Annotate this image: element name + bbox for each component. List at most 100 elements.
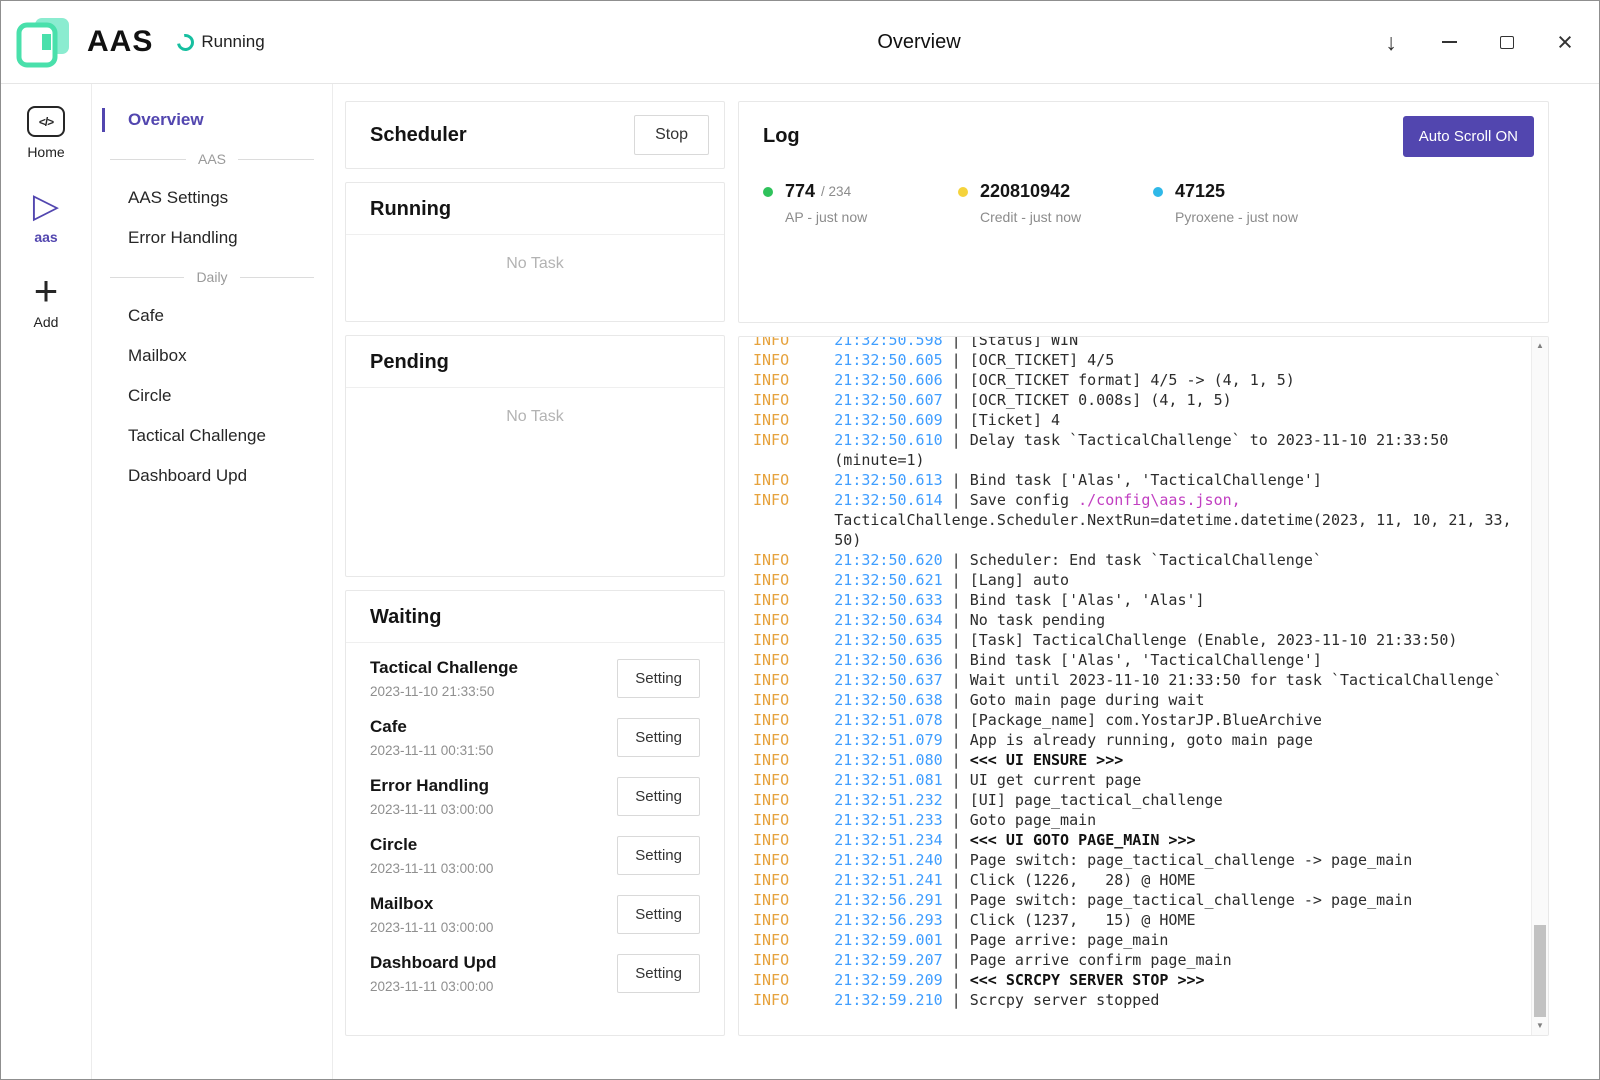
sidebar-item-aas-settings[interactable]: AAS Settings: [92, 178, 332, 218]
download-icon[interactable]: ↓: [1381, 30, 1401, 54]
nav-rail-add[interactable]: + Add: [34, 275, 59, 330]
dashboard-stat: 774 / 234 AP - just now: [763, 181, 958, 225]
stat-dot-icon: [1153, 187, 1163, 197]
task-setting-button[interactable]: Setting: [617, 895, 700, 934]
task-next-run: 2023-11-11 03:00:00: [370, 802, 493, 817]
divider-line: [110, 277, 184, 278]
running-card-header: Running: [346, 183, 724, 235]
task-setting-button[interactable]: Setting: [617, 954, 700, 993]
log-timestamp: 21:32:51.240: [834, 851, 942, 869]
minimize-icon[interactable]: [1439, 30, 1459, 54]
log-message: Goto page_main: [970, 811, 1096, 829]
divider-label: Daily: [196, 269, 227, 285]
sidebar-item-cafe[interactable]: Cafe: [92, 296, 332, 336]
task-name: Cafe: [370, 717, 493, 737]
auto-scroll-button[interactable]: Auto Scroll ON: [1403, 116, 1534, 157]
sidebar-item-dashboard-upd[interactable]: Dashboard Upd: [92, 456, 332, 496]
maximize-icon[interactable]: [1497, 30, 1517, 54]
task-info: Error Handling 2023-11-11 03:00:00: [370, 776, 493, 817]
scrollbar-up-icon[interactable]: ▲: [1532, 338, 1548, 354]
log-header-row: Log Auto Scroll ON: [763, 116, 1534, 157]
log-separator: |: [943, 591, 970, 609]
log-separator: |: [943, 731, 970, 749]
task-name: Circle: [370, 835, 493, 855]
log-line: INFO21:32:50.621 | [Lang] auto: [753, 570, 1517, 590]
task-next-run: 2023-11-11 03:00:00: [370, 979, 497, 994]
log-line: INFO21:32:51.232 | [UI] page_tactical_ch…: [753, 790, 1517, 810]
log-message: Page arrive confirm page_main: [970, 951, 1232, 969]
waiting-task-row: Dashboard Upd 2023-11-11 03:00:00 Settin…: [370, 944, 700, 1003]
log-separator: |: [943, 931, 970, 949]
log-level: INFO: [753, 410, 834, 430]
log-level: INFO: [753, 950, 834, 970]
log-separator: |: [943, 871, 970, 889]
scrollbar-down-icon[interactable]: ▼: [1532, 1018, 1548, 1034]
close-icon[interactable]: ×: [1555, 30, 1575, 54]
log-message: Click (1226, 28) @ HOME: [970, 871, 1196, 889]
divider-label: AAS: [198, 151, 226, 167]
log-message: Page arrive: page_main: [970, 931, 1169, 949]
stat-dot-icon: [958, 187, 968, 197]
log-level: INFO: [753, 550, 834, 570]
log-message: Bind task ['Alas', 'Alas']: [970, 591, 1205, 609]
sidebar-item-overview[interactable]: Overview: [92, 100, 332, 140]
log-scrollbar[interactable]: ▲ ▼: [1531, 337, 1548, 1035]
log-level: INFO: [753, 850, 834, 870]
log-level: INFO: [753, 350, 834, 370]
nav-rail-aas[interactable]: ▷ aas: [33, 190, 59, 245]
app-name: AAS: [87, 25, 153, 59]
task-setting-button[interactable]: Setting: [617, 718, 700, 757]
task-info: Cafe 2023-11-11 00:31:50: [370, 717, 493, 758]
task-next-run: 2023-11-11 03:00:00: [370, 861, 493, 876]
log-message: Click (1237, 15) @ HOME: [970, 911, 1196, 929]
sidebar-item-tactical-challenge[interactable]: Tactical Challenge: [92, 416, 332, 456]
log-separator: |: [943, 891, 970, 909]
divider-line: [238, 159, 314, 160]
log-timestamp: 21:32:59.209: [834, 971, 942, 989]
pending-title: Pending: [370, 351, 700, 374]
log-line: INFO21:32:51.233 | Goto page_main: [753, 810, 1517, 830]
log-line: INFO21:32:50.635 | [Task] TacticalChalle…: [753, 630, 1517, 650]
log-level: INFO: [753, 370, 834, 390]
brand: AAS Running: [15, 15, 265, 69]
log-message: Wait until 2023-11-10 21:33:50 for task …: [970, 671, 1503, 689]
log-level: INFO: [753, 870, 834, 890]
sidebar-item-label: Circle: [128, 386, 171, 406]
task-setting-button[interactable]: Setting: [617, 777, 700, 816]
sidebar-item-label: Cafe: [128, 306, 164, 326]
task-setting-button[interactable]: Setting: [617, 659, 700, 698]
log-timestamp: 21:32:50.620: [834, 551, 942, 569]
sidebar-item-circle[interactable]: Circle: [92, 376, 332, 416]
log-timestamp: 21:32:50.636: [834, 651, 942, 669]
sidebar-item-error-handling[interactable]: Error Handling: [92, 218, 332, 258]
log-timestamp: 21:32:51.080: [834, 751, 942, 769]
log-level: INFO: [753, 770, 834, 790]
waiting-task-row: Error Handling 2023-11-11 03:00:00 Setti…: [370, 767, 700, 826]
scrollbar-thumb[interactable]: [1534, 925, 1546, 1017]
log-message: Bind task ['Alas', 'TacticalChallenge']: [970, 471, 1322, 489]
log-separator: |: [943, 471, 970, 489]
log-line: INFO21:32:56.293 | Click (1237, 15) @ HO…: [753, 910, 1517, 930]
log-timestamp: 21:32:50.638: [834, 691, 942, 709]
log-timestamp: 21:32:59.001: [834, 931, 942, 949]
task-setting-button[interactable]: Setting: [617, 836, 700, 875]
log-separator: |: [943, 791, 970, 809]
log-line: INFO21:32:51.079 | App is already runnin…: [753, 730, 1517, 750]
sidebar-section-divider: Daily: [92, 258, 332, 296]
log-message: <<< UI GOTO PAGE_MAIN >>>: [970, 831, 1196, 849]
waiting-task-row: Circle 2023-11-11 03:00:00 Setting: [370, 826, 700, 885]
log-timestamp: 21:32:50.609: [834, 411, 942, 429]
waiting-task-row: Cafe 2023-11-11 00:31:50 Setting: [370, 708, 700, 767]
running-title: Running: [370, 198, 700, 221]
scheduler-stop-button[interactable]: Stop: [634, 115, 709, 155]
log-separator: |: [943, 571, 970, 589]
log-separator: |: [943, 431, 970, 449]
log-separator: |: [943, 491, 970, 509]
waiting-card-header: Waiting: [346, 591, 724, 643]
stat-label: Pyroxene - just now: [1175, 209, 1348, 225]
nav-rail-home[interactable]: </> Home: [27, 106, 65, 160]
page-title: Overview: [877, 31, 960, 54]
log-level: INFO: [753, 430, 834, 450]
sidebar-item-label: Mailbox: [128, 346, 187, 366]
sidebar-item-mailbox[interactable]: Mailbox: [92, 336, 332, 376]
